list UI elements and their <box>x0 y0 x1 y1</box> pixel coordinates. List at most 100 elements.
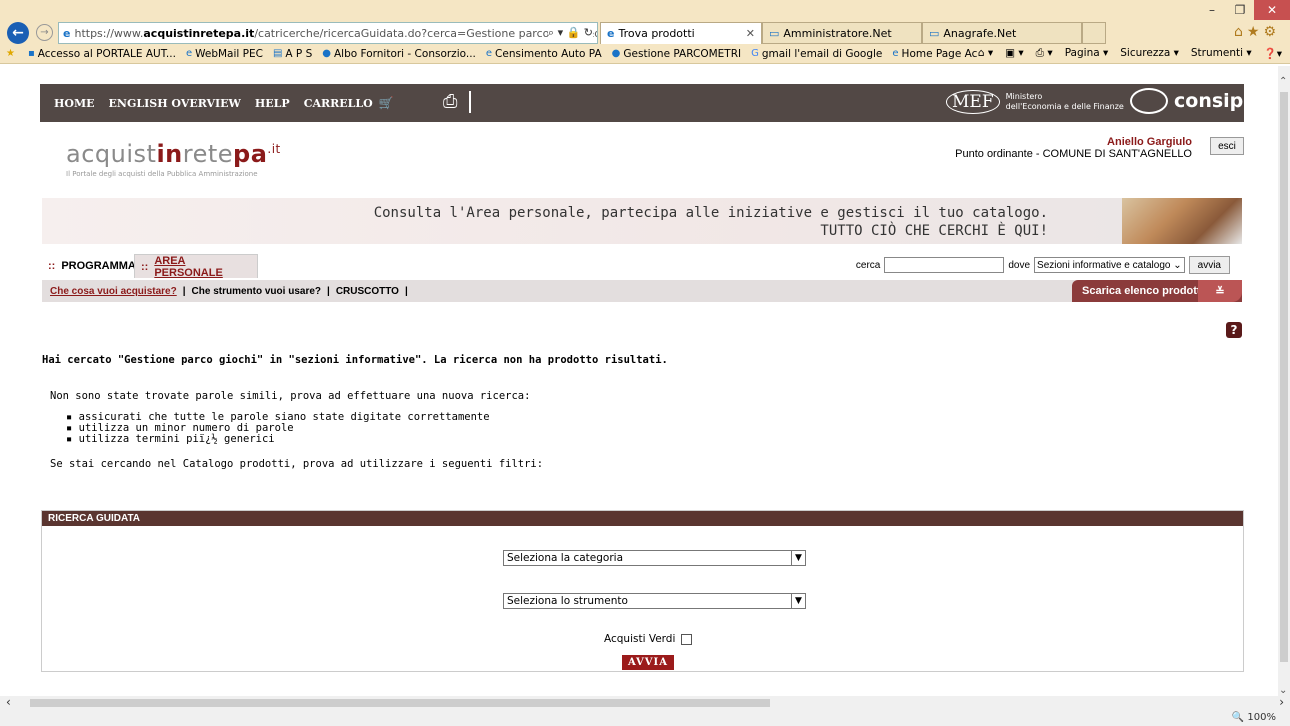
favorite-item[interactable]: ▤ A P S <box>273 48 312 60</box>
list-item: utilizza termini piï¿½ generici <box>66 434 490 445</box>
guided-search-header: RICERCA GUIDATA <box>42 511 1243 526</box>
dove-label: dove <box>1008 259 1031 271</box>
home-menu-icon[interactable]: ⌂ ▾ <box>978 47 993 60</box>
feeds-icon[interactable]: ▣ ▾ <box>1005 47 1024 60</box>
user-info: Aniello Gargiulo Punto ordinante - COMUN… <box>955 136 1192 160</box>
mef-mark: MEF <box>946 90 1000 114</box>
ie-page-icon: e <box>63 26 71 40</box>
print-icon[interactable]: ⎙ <box>443 91 471 113</box>
nav-carrello[interactable]: CARRELLO <box>304 97 373 110</box>
url-prefix: https://www. <box>74 26 144 40</box>
page-viewport: HOME ENGLISH OVERVIEW HELP CARRELLO 🛒 ⎙ … <box>0 66 1278 696</box>
consip-mark-icon <box>1130 88 1168 114</box>
new-tab-button[interactable] <box>1082 22 1106 44</box>
category-select[interactable]: Seleziona la categoria ▼ <box>503 550 806 566</box>
command-bar: ⌂ ▾ ▣ ▾ ⎙ ▾ Pagina ▾ Sicurezza ▾ Strumen… <box>977 47 1282 60</box>
favorite-icon: ● <box>611 48 621 59</box>
help-menu-icon[interactable]: ❓▾ <box>1264 47 1282 60</box>
favorite-item[interactable]: ● Gestione PARCOMETRI <box>612 48 741 60</box>
zoom-level[interactable]: 🔍 100% <box>1232 712 1276 723</box>
tool-select[interactable]: Seleziona lo strumento ▼ <box>503 593 806 609</box>
tab-close-icon[interactable]: ✕ <box>746 27 755 40</box>
nav-help[interactable]: HELP <box>255 97 290 110</box>
nav-english-overview[interactable]: ENGLISH OVERVIEW <box>109 97 241 110</box>
horizontal-scrollbar[interactable]: ‹ › <box>0 695 1290 710</box>
logo-tagline: Il Portale degli acquisti della Pubblica… <box>66 170 258 178</box>
favorite-item[interactable]: ▪ Accesso al PORTALE AUT... <box>28 48 176 60</box>
search-input[interactable] <box>884 257 1005 273</box>
sub-navigation: Che cosa vuoi acquistare? | Che strument… <box>42 280 1242 302</box>
guided-avvia-button[interactable]: AVVIA <box>622 655 674 670</box>
search-label: cerca <box>855 259 881 271</box>
back-button[interactable]: ← <box>7 22 29 44</box>
favorite-icon: ▪ <box>27 48 35 59</box>
menu-strumenti[interactable]: Strumenti ▾ <box>1191 47 1252 60</box>
dove-select[interactable]: Sezioni informative e catalogo ⌄ <box>1034 257 1185 273</box>
logo-wordmark: acquistinretepa.it <box>66 140 281 168</box>
search-avvia-button[interactable]: avvia <box>1188 256 1230 274</box>
print-menu-icon[interactable]: ⎙ ▾ <box>1036 47 1053 60</box>
favorite-item[interactable]: Ggmail l'email di Google <box>751 48 882 60</box>
favorite-item[interactable]: e Censimento Auto PA <box>486 48 602 60</box>
guided-search-panel: RICERCA GUIDATA Seleziona la categoria ▼… <box>41 510 1244 672</box>
acquisti-verdi-label: Acquisti Verdi <box>604 633 676 645</box>
suggestion-intro: Non sono state trovate parole simili, pr… <box>50 390 531 402</box>
tab-trova-prodotti[interactable]: e Trova prodotti ✕ <box>600 22 762 44</box>
subnav-cruscotto[interactable]: CRUSCOTTO <box>336 286 399 297</box>
scroll-right-icon[interactable]: › <box>1279 695 1284 709</box>
acquistinretepa-logo[interactable]: acquistinretepa.it Il Portale degli acqu… <box>66 140 281 178</box>
section-tabs: :: PROGRAMMA :: AREA PERSONALE cerca dov… <box>42 254 1242 279</box>
mef-logo[interactable]: MEF Ministero dell'Economia e delle Fina… <box>946 90 1124 114</box>
menu-sicurezza[interactable]: Sicurezza ▾ <box>1120 47 1179 60</box>
acquisti-verdi-checkbox[interactable] <box>681 633 693 645</box>
help-question-icon[interactable]: ? <box>1226 322 1242 338</box>
nav-home[interactable]: HOME <box>54 97 95 110</box>
vertical-scrollbar[interactable]: ⌃ ⌄ <box>1278 66 1290 696</box>
status-bar: 🔍 100% <box>0 710 1290 726</box>
double-chevron-down-icon: ≚ <box>1198 280 1242 302</box>
favorites-star-icon[interactable]: ★ <box>6 48 18 59</box>
home-star-gear-icons[interactable]: ⌂★⚙ <box>1234 24 1280 40</box>
minimize-icon[interactable]: – <box>1198 0 1226 20</box>
tab-label: Amministratore.Net <box>783 26 892 40</box>
navigation-row: ← → e https://www. acquistinretepa.it /c… <box>0 20 1290 44</box>
address-tools-icons[interactable]: ⌕ ▾ 🔒 ↻ <box>547 26 593 40</box>
suggestion-list: assicurati che tutte le parole siano sta… <box>66 412 490 445</box>
tab-area-personale[interactable]: :: AREA PERSONALE <box>134 254 258 279</box>
scroll-thumb[interactable] <box>1280 92 1288 662</box>
tab-amministratore[interactable]: ▭ Amministratore.Net <box>762 22 922 44</box>
address-bar[interactable]: e https://www. acquistinretepa.it /catri… <box>58 22 598 44</box>
favorite-icon: e <box>892 48 899 59</box>
menu-pagina[interactable]: Pagina ▾ <box>1065 47 1109 60</box>
user-name: Aniello Gargiulo <box>1107 136 1192 148</box>
favorite-icon: ● <box>322 48 331 59</box>
separator: | <box>404 285 408 297</box>
banner-text: Consulta l'Area personale, partecipa all… <box>373 205 1048 239</box>
tab-label: Anagrafe.Net <box>943 26 1017 40</box>
scarica-elenco-button[interactable]: Scarica elenco prodotti ≚ <box>1072 280 1242 302</box>
favorite-item[interactable]: ● Albo Fornitori - Consorzio... <box>322 48 476 60</box>
cart-icon[interactable]: 🛒 <box>379 96 394 110</box>
promo-banner[interactable]: Consulta l'Area personale, partecipa all… <box>42 198 1242 244</box>
forward-button[interactable]: → <box>36 24 53 41</box>
scroll-thumb[interactable] <box>30 699 770 707</box>
chevron-down-icon: ⌄ <box>1173 259 1182 271</box>
restore-icon[interactable]: ❐ <box>1226 0 1254 20</box>
tab-programma[interactable]: :: PROGRAMMA <box>42 254 136 278</box>
tab-anagrafe[interactable]: ▭ Anagrafe.Net <box>922 22 1082 44</box>
chevron-down-icon: ▼ <box>791 551 805 565</box>
subnav-cosa-acquistare[interactable]: Che cosa vuoi acquistare? <box>50 286 177 297</box>
user-role: Punto ordinante - COMUNE DI SANT'AGNELLO <box>955 148 1192 160</box>
close-window-icon[interactable]: ✕ <box>1254 0 1290 20</box>
ie-tab-icon: e <box>607 27 615 40</box>
favorite-item[interactable]: e WebMail PEC <box>186 48 263 60</box>
logout-button[interactable]: esci <box>1210 137 1244 155</box>
filters-hint: Se stai cercando nel Catalogo prodotti, … <box>50 458 544 470</box>
scroll-up-icon[interactable]: ⌃ <box>1279 76 1287 87</box>
no-results-message: Hai cercato "Gestione parco giochi" in "… <box>42 354 668 366</box>
consip-logo[interactable]: consip <box>1130 88 1243 114</box>
subnav-strumento[interactable]: Che strumento vuoi usare? <box>192 286 321 297</box>
scroll-left-icon[interactable]: ‹ <box>6 695 11 709</box>
separator: | <box>182 285 186 297</box>
tool-select-value: Seleziona lo strumento <box>507 595 628 607</box>
